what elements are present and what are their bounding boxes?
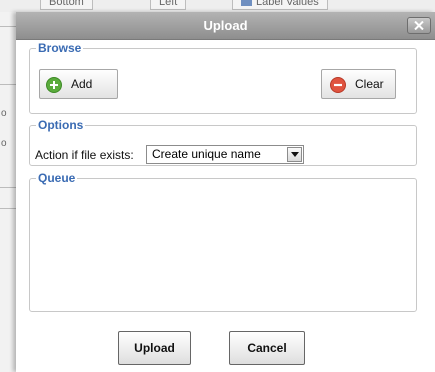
dialog-title: Upload: [203, 18, 248, 33]
browse-legend: Browse: [38, 41, 82, 55]
background-divider: [0, 208, 16, 209]
clear-button[interactable]: Clear: [321, 69, 396, 99]
background-tab-bottom: Bottom: [40, 0, 93, 10]
plus-circle-icon: [46, 77, 62, 93]
background-divider: [0, 84, 16, 85]
dropdown-arrow-button[interactable]: [287, 147, 302, 162]
triangle-down-icon: [291, 152, 299, 157]
background-left-panel: o o: [0, 12, 16, 372]
minus-circle-icon: [330, 77, 346, 93]
add-button-label: Add: [71, 77, 93, 91]
clear-button-label: Clear: [355, 77, 384, 91]
queue-list[interactable]: [30, 194, 416, 311]
action-if-exists-select[interactable]: Create unique name: [146, 145, 304, 164]
background-text: o: [1, 108, 7, 119]
action-if-exists-label: Action if file exists:: [35, 148, 134, 162]
upload-dialog: Upload Browse Add Clear Options Action i…: [16, 12, 435, 372]
dialog-titlebar[interactable]: Upload: [16, 12, 435, 40]
action-if-exists-value: Create unique name: [152, 147, 261, 161]
cancel-button[interactable]: Cancel: [229, 331, 305, 365]
add-button[interactable]: Add: [39, 69, 118, 99]
background-divider: [0, 26, 16, 27]
queue-section: Queue: [29, 172, 417, 312]
background-divider: [0, 187, 16, 188]
options-legend: Options: [38, 118, 84, 132]
browse-section: Browse Add Clear: [29, 42, 417, 114]
queue-legend: Queue: [38, 171, 76, 185]
close-button[interactable]: [407, 17, 431, 34]
background-tab-left: Left: [150, 0, 187, 10]
background-tab-label-values-text: Label Values: [256, 0, 319, 8]
close-icon: [414, 21, 424, 30]
label-values-icon: [241, 0, 252, 7]
background-tab-label-values: Label Values: [232, 0, 328, 10]
upload-button[interactable]: Upload: [118, 331, 191, 365]
background-text: o: [1, 138, 7, 149]
options-section: Options Action if file exists: Create un…: [29, 119, 417, 166]
